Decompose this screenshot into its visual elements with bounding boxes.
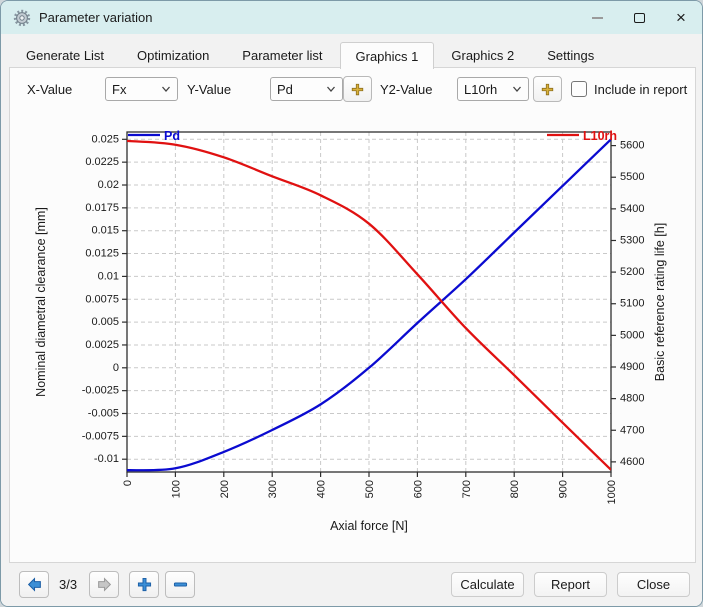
y2-value-current: L10rh [464, 81, 498, 97]
svg-text:800: 800 [509, 480, 521, 498]
svg-text:4600: 4600 [620, 456, 644, 468]
parameter-variation-window: Parameter variation × Generate List Optim… [0, 0, 703, 607]
minimize-icon [591, 16, 603, 19]
svg-text:0.01: 0.01 [98, 270, 119, 282]
svg-text:300: 300 [267, 480, 279, 498]
graphics-1-page: X-Value Fx Y-Value Pd Y2-Value L10rh Inc… [9, 67, 696, 563]
svg-text:4700: 4700 [620, 424, 644, 436]
svg-text:5500: 5500 [620, 171, 644, 183]
svg-text:5300: 5300 [620, 234, 644, 246]
svg-text:0: 0 [113, 362, 119, 374]
previous-page-button[interactable] [19, 571, 49, 598]
y-left-axis-title: Nominal diametral clearance [mm] [34, 207, 48, 397]
plus-icon [351, 83, 364, 95]
remove-chart-button[interactable] [165, 571, 196, 598]
y-value-label: Y-Value [187, 82, 232, 97]
x-value-select[interactable]: Fx [105, 77, 178, 101]
svg-text:-0.01: -0.01 [94, 453, 119, 465]
y-right-axis-title: Basic reference rating life [h] [653, 223, 667, 381]
close-button[interactable]: × [660, 1, 702, 34]
close-dialog-button[interactable]: Close [617, 572, 690, 597]
app-gear-icon [13, 9, 31, 26]
report-button[interactable]: Report [534, 572, 607, 597]
next-page-button[interactable] [89, 571, 120, 598]
arrow-right-icon [97, 577, 111, 592]
chevron-down-icon [513, 86, 521, 92]
add-y2-series-button[interactable] [533, 76, 562, 102]
svg-text:5000: 5000 [620, 329, 644, 341]
svg-text:0.0175: 0.0175 [85, 202, 119, 214]
svg-text:0.005: 0.005 [91, 316, 119, 328]
svg-text:-0.005: -0.005 [88, 408, 119, 420]
legend-label-pd: Pd [164, 129, 180, 143]
plus-icon [541, 83, 554, 95]
tab-generate-list[interactable]: Generate List [10, 43, 120, 68]
title-bar: Parameter variation × [1, 1, 702, 34]
page-indicator: 3/3 [59, 577, 78, 592]
x-value-label: X-Value [27, 82, 73, 97]
svg-text:0.0075: 0.0075 [85, 293, 119, 305]
svg-text:4900: 4900 [620, 361, 644, 373]
chevron-down-icon [327, 86, 335, 92]
plus-icon [137, 577, 151, 592]
svg-text:5400: 5400 [620, 203, 644, 215]
maximize-button[interactable] [618, 1, 660, 34]
maximize-icon [633, 12, 645, 23]
svg-text:-0.0075: -0.0075 [82, 430, 119, 442]
svg-text:200: 200 [219, 480, 231, 498]
svg-text:0.0025: 0.0025 [85, 339, 119, 351]
legend-label-l10rh: L10rh [583, 129, 617, 143]
svg-text:0.025: 0.025 [91, 133, 119, 145]
svg-text:0: 0 [122, 480, 134, 486]
close-icon: × [676, 8, 686, 27]
x-value-current: Fx [112, 81, 127, 97]
svg-text:5200: 5200 [620, 266, 644, 278]
svg-text:0.0125: 0.0125 [85, 248, 119, 260]
tab-graphics-1[interactable]: Graphics 1 [339, 42, 435, 69]
arrow-left-icon [27, 577, 41, 592]
footer-bar: 3/3 Calculate Report Close [1, 564, 702, 606]
chevron-down-icon [162, 86, 170, 92]
svg-text:1000: 1000 [606, 480, 618, 504]
y-value-select[interactable]: Pd [270, 77, 343, 101]
y2-value-select[interactable]: L10rh [457, 77, 529, 101]
svg-text:600: 600 [412, 480, 424, 498]
tab-settings[interactable]: Settings [531, 43, 610, 68]
svg-text:5100: 5100 [620, 298, 644, 310]
svg-text:400: 400 [316, 480, 328, 498]
svg-text:0.015: 0.015 [91, 225, 119, 237]
window-title: Parameter variation [39, 10, 153, 25]
add-chart-button[interactable] [129, 571, 160, 598]
include-in-report-label: Include in report [594, 82, 688, 97]
y-value-current: Pd [277, 81, 293, 97]
svg-text:900: 900 [558, 480, 570, 498]
tab-bar: Generate List Optimization Parameter list G… [10, 42, 611, 69]
svg-text:0.0225: 0.0225 [85, 156, 119, 168]
minus-icon [173, 582, 187, 587]
minimize-button[interactable] [576, 1, 618, 34]
calculate-button[interactable]: Calculate [451, 572, 524, 597]
svg-text:-0.0025: -0.0025 [82, 385, 119, 397]
tab-optimization[interactable]: Optimization [121, 43, 225, 68]
svg-text:700: 700 [461, 480, 473, 498]
svg-text:0.02: 0.02 [98, 179, 119, 191]
add-y-series-button[interactable] [343, 76, 372, 102]
svg-text:4800: 4800 [620, 393, 644, 405]
chart-canvas: 0.025 0.0225 0.02 0.0175 0.015 0.0125 0.01 0.00… [12, 114, 695, 562]
svg-text:5600: 5600 [620, 140, 644, 152]
tab-parameter-list[interactable]: Parameter list [226, 43, 338, 68]
svg-text:500: 500 [364, 480, 376, 498]
x-axis-title: Axial force [N] [330, 519, 408, 533]
svg-text:100: 100 [170, 480, 182, 498]
tab-graphics-2[interactable]: Graphics 2 [435, 43, 530, 68]
include-in-report-checkbox[interactable] [571, 81, 587, 97]
y2-value-label: Y2-Value [380, 82, 433, 97]
